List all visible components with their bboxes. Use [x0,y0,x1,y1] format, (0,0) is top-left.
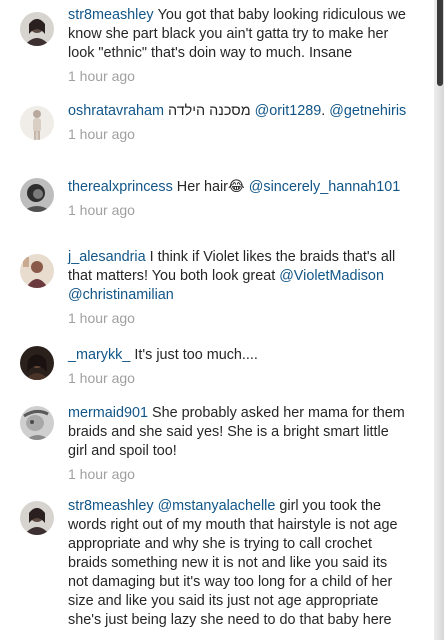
avatar-photo-icon [20,501,54,535]
comment-text: str8meashley @mstanyalachelle girl you to… [68,497,410,630]
avatar-photo-icon [20,346,54,380]
comment-username[interactable]: j_alesandria [68,249,146,265]
comment-timestamp: 1 hour ago [68,126,135,142]
comment-text-segment: girl you took the words right out of my … [68,498,398,628]
comment-timestamp: 1 hour ago [68,310,135,326]
mention-link[interactable]: @getnehiris [329,103,406,119]
avatar[interactable] [20,346,54,380]
comment-text: j_alesandria I think if Violet likes the … [68,248,410,305]
comment-timestamp: 1 hour ago [68,370,135,386]
screen-edge [434,0,444,640]
avatar-photo-icon [20,254,54,288]
avatar-photo-icon [20,106,54,140]
avatar-photo-icon [20,12,54,46]
avatar-photo-icon [20,406,54,440]
comment-timestamp: 1 hour ago [68,68,135,84]
comment-timestamp: 1 hour ago [68,202,135,218]
mention-link[interactable]: @orit1289 [255,103,322,119]
avatar[interactable] [20,106,54,140]
avatar[interactable] [20,254,54,288]
mention-link[interactable]: @sincerely_hannah101 [249,179,400,195]
comments-list[interactable]: str8meashley You got that baby looking ri… [0,0,434,640]
mention-link[interactable]: @christinamilian [68,287,174,303]
comment-text: therealxprincess Her hair😂 @sincerely_han… [68,178,410,197]
comment-text: oshratavraham מסכנה הילדה @orit1289. @get… [68,102,410,121]
avatar-photo-icon [20,178,54,212]
avatar[interactable] [20,406,54,440]
comment-timestamp: 1 hour ago [68,466,135,482]
comment-text-segment: It's just too much.... [134,347,258,363]
comment-username[interactable]: str8meashley [68,7,154,23]
comment-username[interactable]: oshratavraham [68,103,164,119]
comment-username[interactable]: mermaid901 [68,405,148,421]
avatar[interactable] [20,501,54,535]
scrollbar-thumb[interactable] [437,0,443,86]
comment-username[interactable]: _marykk_ [68,347,130,363]
comment-username[interactable]: str8meashley [68,498,154,514]
comment-username[interactable]: therealxprincess [68,179,173,195]
mention-link[interactable]: @mstanyalachelle [158,498,276,514]
comment-text: str8meashley You got that baby looking ri… [68,6,410,63]
avatar[interactable] [20,178,54,212]
avatar[interactable] [20,12,54,46]
mention-link[interactable]: @VioletMadison [279,268,384,284]
comment-text: _marykk_ It's just too much.... [68,346,410,365]
comment-text-segment: מסכנה הילדה [168,103,251,119]
comment-text-segment: Her hair😂 [176,179,249,195]
comment-text: mermaid901 She probably asked her mama fo… [68,404,410,461]
